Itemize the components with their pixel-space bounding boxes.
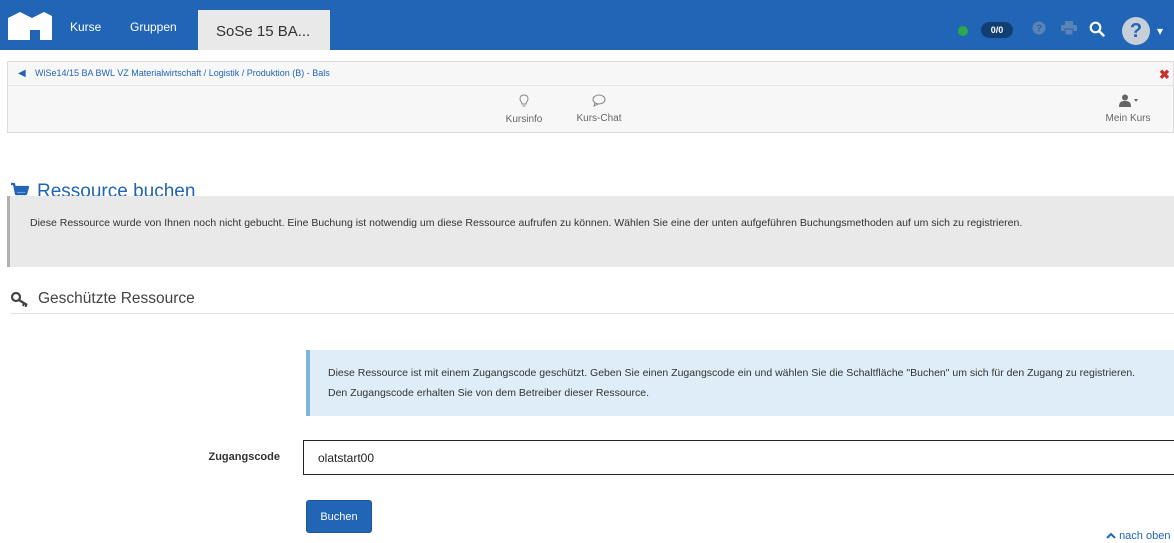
mein-kurs-menu[interactable]: Mein Kurs <box>1093 94 1163 124</box>
search-icon[interactable] <box>1089 21 1105 40</box>
chat-bubble-icon <box>568 94 630 110</box>
booking-warning-message: Diese Ressource wurde von Ihnen noch nic… <box>7 196 1174 267</box>
nav-link-gruppen[interactable]: Gruppen <box>130 20 177 34</box>
top-navbar: Kurse Gruppen SoSe 15 BA... 0/0 ? ? ▾ <box>0 0 1174 50</box>
kurschat-button[interactable]: Kurs-Chat <box>568 94 630 124</box>
chevron-up-icon <box>1106 530 1119 542</box>
home-logo-icon[interactable] <box>6 10 54 44</box>
svg-text:?: ? <box>1036 24 1042 35</box>
kursinfo-button[interactable]: Kursinfo <box>500 94 548 125</box>
close-icon[interactable]: ✖ <box>1159 67 1170 83</box>
section-title: Geschützte Ressource <box>38 290 195 307</box>
course-toolbar-panel: ◀ WiSe14/15 BA BWL VZ Materialwirtschaft… <box>7 61 1174 133</box>
back-to-top-label: nach oben <box>1119 530 1171 542</box>
lightbulb-icon <box>500 94 548 111</box>
course-tab[interactable]: SoSe 15 BA... <box>198 10 330 50</box>
key-icon <box>10 291 30 310</box>
book-button[interactable]: Buchen <box>306 500 372 533</box>
mein-kurs-label: Mein Kurs <box>1105 113 1151 124</box>
access-code-input[interactable] <box>303 440 1174 475</box>
status-dot-icon <box>958 26 968 36</box>
access-code-info-message: Diese Ressource ist mit einem Zugangscod… <box>306 350 1174 416</box>
help-icon[interactable]: ? <box>1032 21 1046 38</box>
kursinfo-label: Kursinfo <box>505 114 543 125</box>
caret-down-icon[interactable]: ▾ <box>1157 24 1163 38</box>
access-code-label: Zugangscode <box>208 451 280 463</box>
avatar-help-icon[interactable]: ? <box>1122 17 1150 45</box>
section-heading: Geschützte Ressource <box>10 290 1174 314</box>
breadcrumb: ◀ WiSe14/15 BA BWL VZ Materialwirtschaft… <box>8 62 1173 86</box>
user-icon <box>1093 94 1163 110</box>
back-arrow-icon[interactable]: ◀ <box>18 68 26 79</box>
nav-link-kurse[interactable]: Kurse <box>70 20 101 34</box>
kurschat-label: Kurs-Chat <box>576 113 622 124</box>
print-icon[interactable] <box>1061 21 1077 38</box>
back-to-top-link[interactable]: nach oben <box>1106 530 1170 542</box>
breadcrumb-path[interactable]: WiSe14/15 BA BWL VZ Materialwirtschaft /… <box>35 68 415 79</box>
notification-badge[interactable]: 0/0 <box>981 22 1013 38</box>
